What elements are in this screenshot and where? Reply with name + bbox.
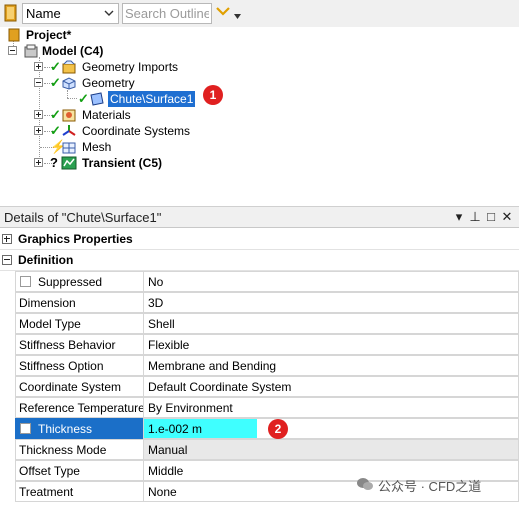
property-row-dimension[interactable]: Dimension 3D [0,292,519,313]
property-row-reference-temperature[interactable]: Reference Temperature By Environment [0,397,519,418]
expand-toggle-icon[interactable] [2,234,12,244]
tree-label-materials: Materials [82,108,131,122]
property-value: 1.e-002 m [148,422,203,436]
tree-label-surface: Chute\Surface1 [108,91,196,107]
materials-icon [62,109,76,122]
property-name: Stiffness Behavior [15,334,143,355]
geometry-icon [62,77,76,90]
model-icon [24,44,38,58]
expand-chevron-icon[interactable] [216,6,230,16]
outline-toolbar: Name [0,0,519,27]
group-label: Graphics Properties [18,232,133,246]
watermark: 公众号 · CFD之道 [378,479,482,494]
property-value[interactable]: Membrane and Bending [143,355,519,376]
tree-label-model: Model (C4) [42,44,104,58]
group-graphics-properties[interactable]: Graphics Properties [0,229,519,250]
tree-label-coordinate-systems: Coordinate Systems [82,124,191,138]
check-icon: ✓ [50,75,61,90]
question-icon: ? [50,155,58,170]
property-name: Treatment [15,481,143,502]
tree-label-geometry-imports: Geometry Imports [82,60,179,74]
tree-item-project[interactable]: Project* [8,27,98,43]
name-filter-combo[interactable]: Name [22,3,119,24]
collapse-toggle-icon[interactable] [2,255,12,265]
property-row-thickness[interactable]: Thickness 1.e-002 m [0,418,519,439]
expand-toggle-icon[interactable] [34,126,43,135]
property-name: Coordinate System [15,376,143,397]
name-filter-value: Name [26,6,61,21]
search-outline-input[interactable] [123,4,211,23]
outline-tree: Project* Model (C4) ✓ Geometry Imports ✓… [0,27,519,203]
coordinate-systems-icon [62,125,76,136]
chevron-down-icon[interactable] [104,8,114,18]
surface-body-icon [90,92,104,106]
property-name: Thickness Mode [15,439,143,460]
check-icon: ✓ [78,91,89,106]
close-icon[interactable]: ✕ [500,210,514,224]
property-name: Stiffness Option [15,355,143,376]
property-row-stiffness-option[interactable]: Stiffness Option Membrane and Bending [0,355,519,376]
property-row-suppressed[interactable]: Suppressed No [0,271,519,292]
tree-label-mesh: Mesh [82,140,112,154]
tree-label-project: Project* [26,28,72,42]
property-row-model-type[interactable]: Model Type Shell [0,313,519,334]
tree-item-geometry[interactable]: ✓ Geometry [34,75,154,91]
book-icon[interactable] [3,4,19,22]
geometry-imports-icon [62,60,76,74]
property-name: Reference Temperature [15,397,145,418]
collapse-toggle-icon[interactable] [8,46,17,55]
details-title: Details of "Chute\Surface1" [4,210,162,225]
tree-label-transient: Transient (C5) [82,156,163,170]
search-outline-field[interactable] [122,3,212,24]
property-name: Suppressed [15,271,143,292]
collapse-toggle-icon[interactable] [34,78,43,87]
tree-item-transient[interactable]: ? Transient (C5) [34,155,174,171]
step-badge-2: 2 [268,419,288,439]
group-label: Definition [18,253,74,267]
tree-item-mesh[interactable]: ⚡ Mesh [50,139,150,155]
thickness-value-field[interactable]: 1.e-002 m [143,418,519,439]
tree-item-model[interactable]: Model (C4) [8,43,128,59]
property-name: Offset Type [15,460,143,481]
property-value[interactable]: Shell [143,313,519,334]
property-name: Model Type [15,313,143,334]
property-row-stiffness-behavior[interactable]: Stiffness Behavior Flexible [0,334,519,355]
tree-item-materials[interactable]: ✓ Materials [34,107,154,123]
tree-label-geometry: Geometry [82,76,135,90]
property-value[interactable]: By Environment [143,397,519,418]
group-definition[interactable]: Definition [0,250,519,271]
property-name: Dimension [15,292,143,313]
dropdown-arrow-icon[interactable] [234,14,241,19]
mesh-icon [62,142,76,154]
pin-icon[interactable]: ⊥ [468,210,482,224]
expand-toggle-icon[interactable] [34,62,43,71]
property-value[interactable]: 3D [143,292,519,313]
step-badge-1: 1 [203,85,223,105]
tree-item-surface[interactable]: ✓ Chute\Surface1 [78,91,208,107]
check-icon: ✓ [50,107,61,122]
parameter-checkbox[interactable] [20,276,31,287]
expand-toggle-icon[interactable] [34,110,43,119]
transient-analysis-icon [61,156,77,170]
property-row-coordinate-system[interactable]: Coordinate System Default Coordinate Sys… [0,376,519,397]
panel-menu-dropdown-icon[interactable]: ▾ [452,210,466,224]
property-value[interactable]: Flexible [143,334,519,355]
property-value[interactable]: No [143,271,519,292]
expand-toggle-icon[interactable] [34,158,43,167]
details-panel-header: Details of "Chute\Surface1" ▾ ⊥ □ ✕ [0,206,519,228]
check-icon: ✓ [50,123,61,138]
tree-item-coordinate-systems[interactable]: ✓ Coordinate Systems [34,123,194,139]
check-icon: ✓ [50,59,61,74]
parameter-checkbox[interactable] [20,423,31,434]
property-value[interactable]: Manual [143,439,519,460]
property-row-thickness-mode[interactable]: Thickness Mode Manual [0,439,519,460]
tree-item-geometry-imports[interactable]: ✓ Geometry Imports [34,59,184,75]
property-name: Thickness [15,418,143,439]
project-icon [8,28,20,42]
maximize-icon[interactable]: □ [484,210,498,224]
property-value[interactable]: Default Coordinate System [143,376,519,397]
wechat-icon [357,478,373,490]
